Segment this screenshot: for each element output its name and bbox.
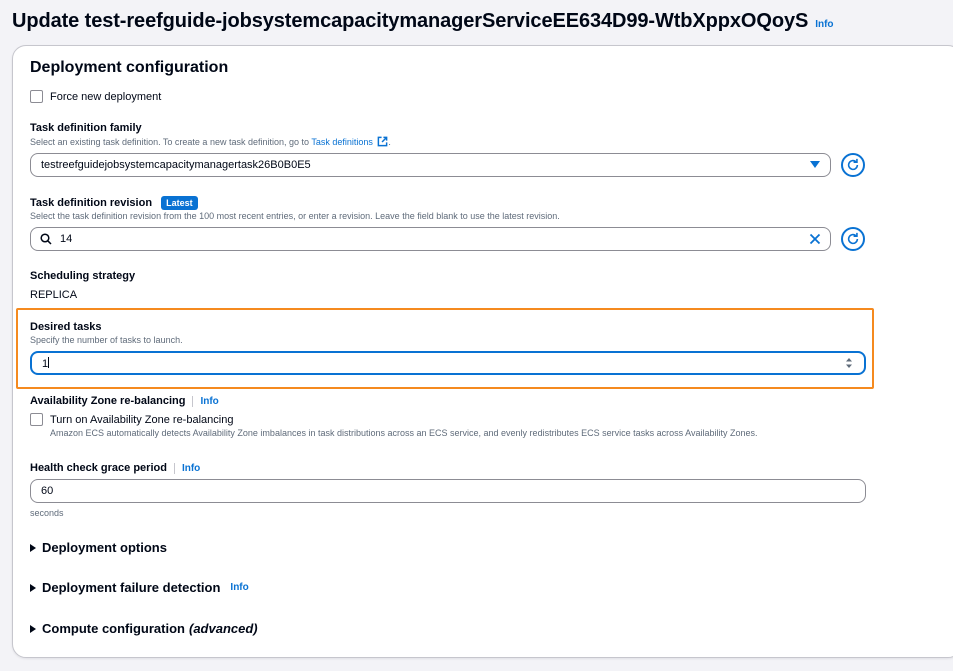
force-new-deployment-label: Force new deployment: [50, 90, 162, 103]
page-header: Update test-reefguide-jobsystemcapacitym…: [12, 10, 834, 36]
caret-right-icon: [30, 624, 36, 633]
desired-tasks-input[interactable]: 1: [30, 351, 866, 375]
task-definition-family-label: Task definition family: [30, 122, 142, 134]
desired-tasks-highlight: [16, 308, 874, 389]
divider: [192, 395, 194, 407]
task-definition-family-select[interactable]: testreefguidejobsystemcapacitymanagertas…: [30, 153, 831, 177]
caret-right-icon: [30, 543, 36, 552]
task-definition-revision-label-row: Task definition revision Latest: [30, 196, 198, 210]
desired-tasks-description: Specify the number of tasks to launch.: [30, 335, 183, 345]
deployment-options-expander[interactable]: Deployment options: [30, 540, 167, 555]
divider: [173, 462, 175, 474]
task-definition-revision-value: 14: [60, 233, 73, 245]
force-new-deployment-row: Force new deployment: [30, 90, 161, 103]
health-check-label: Health check grace period: [30, 462, 167, 474]
az-rebalancing-checkbox-row: Turn on Availability Zone re-balancing: [30, 413, 233, 426]
az-rebalancing-label: Availability Zone re-balancing: [30, 395, 186, 407]
force-new-deployment-checkbox[interactable]: [30, 90, 43, 103]
search-icon: [40, 233, 52, 245]
latest-badge: Latest: [161, 196, 198, 210]
az-rebalancing-description: Amazon ECS automatically detects Availab…: [50, 428, 758, 438]
scheduling-strategy-label: Scheduling strategy: [30, 270, 136, 282]
caret-right-icon: [30, 583, 36, 592]
deployment-failure-detection-expander[interactable]: Deployment failure detection Info: [30, 580, 249, 595]
task-definition-revision-label: Task definition revision: [30, 196, 153, 209]
compute-configuration-label: Compute configuration: [42, 621, 185, 636]
refresh-icon: [847, 232, 859, 245]
health-check-unit: seconds: [30, 508, 64, 518]
az-rebalancing-label-row: Availability Zone re-balancing Info: [30, 395, 219, 407]
deployment-failure-detection-label: Deployment failure detection: [42, 580, 221, 595]
desired-tasks-label: Desired tasks: [30, 321, 102, 333]
title-info-link[interactable]: Info: [815, 19, 833, 30]
clear-icon[interactable]: [809, 233, 821, 245]
compute-configuration-expander[interactable]: Compute configuration (advanced): [30, 621, 258, 636]
task-definition-family-description: Select an existing task definition. To c…: [30, 136, 391, 147]
deployment-failure-detection-info-link[interactable]: Info: [230, 582, 248, 593]
stepper-icon[interactable]: [845, 357, 853, 369]
health-check-label-row: Health check grace period Info: [30, 462, 200, 474]
task-definition-revision-description: Select the task definition revision from…: [30, 211, 560, 221]
task-definition-revision-input[interactable]: 14: [30, 227, 831, 251]
desired-tasks-value: 1: [42, 356, 50, 370]
task-definition-family-value: testreefguidejobsystemcapacitymanagertas…: [41, 159, 311, 171]
page-title: Update test-reefguide-jobsystemcapacitym…: [12, 10, 809, 32]
compute-configuration-suffix: (advanced): [189, 621, 258, 636]
task-definitions-link[interactable]: Task definitions: [311, 136, 388, 147]
caret-down-icon: [810, 161, 820, 168]
section-title: Deployment configuration: [30, 59, 229, 76]
deployment-configuration-panel: Deployment configuration Force new deplo…: [12, 45, 953, 658]
task-definition-revision-refresh-button[interactable]: [841, 227, 865, 251]
refresh-icon: [847, 158, 859, 171]
external-link-icon: [378, 136, 388, 147]
scheduling-strategy-value: REPLICA: [30, 289, 78, 301]
deployment-options-label: Deployment options: [42, 540, 167, 555]
az-rebalancing-info-link[interactable]: Info: [200, 396, 218, 407]
az-rebalancing-checkbox[interactable]: [30, 413, 43, 426]
health-check-grace-period-input[interactable]: 60: [30, 479, 866, 503]
az-rebalancing-checkbox-label: Turn on Availability Zone re-balancing: [50, 413, 234, 426]
task-definition-family-refresh-button[interactable]: [841, 153, 865, 177]
health-check-grace-period-value: 60: [41, 485, 54, 497]
health-check-info-link[interactable]: Info: [182, 463, 200, 474]
